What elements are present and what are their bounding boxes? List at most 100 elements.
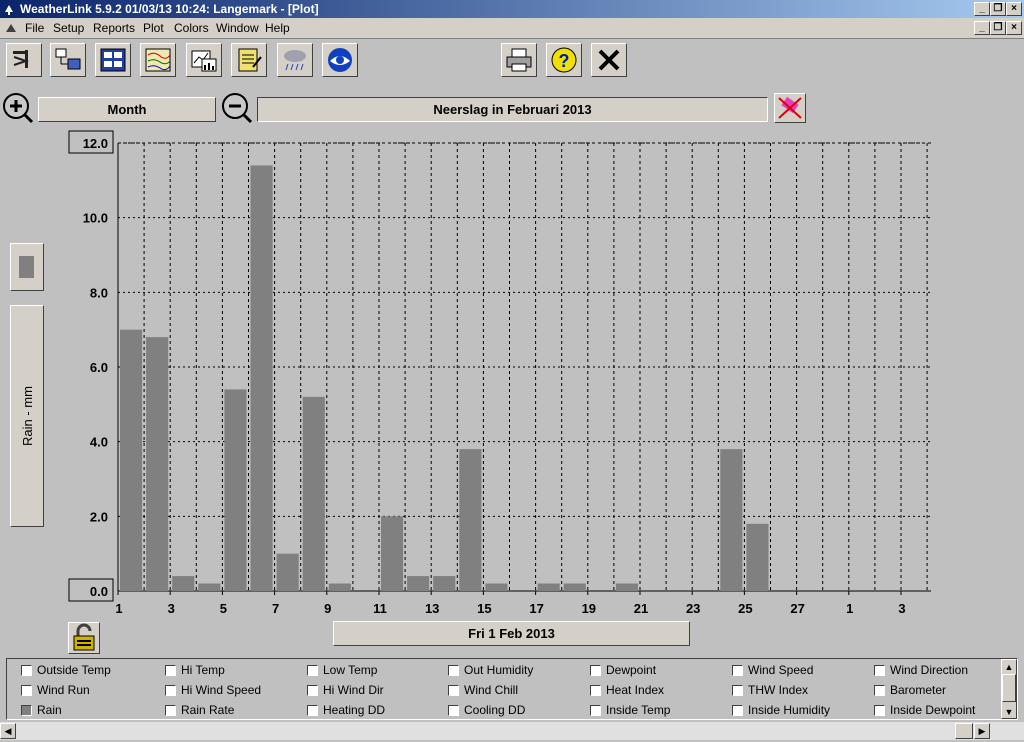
help-button[interactable]: ? <box>546 43 582 77</box>
series-checkbox[interactable] <box>165 685 176 696</box>
eraser-button[interactable] <box>774 93 806 123</box>
y-tick-label: 12.0 <box>83 136 108 151</box>
y-tick-label: 10.0 <box>83 211 108 226</box>
rain-bar <box>381 516 404 591</box>
rain-bar <box>563 583 586 591</box>
station-icon <box>13 50 30 68</box>
period-selector[interactable]: Month <box>38 97 216 122</box>
rain-bar <box>459 449 482 591</box>
series-checkbox[interactable] <box>874 705 885 716</box>
minimize-icon[interactable]: _ <box>974 2 990 16</box>
series-label: Heating DD <box>323 703 386 717</box>
series-label: Inside Temp <box>606 703 671 717</box>
series-checkbox[interactable] <box>21 685 32 696</box>
setup-icon <box>55 48 81 70</box>
menu-colors[interactable]: Colors <box>174 21 209 35</box>
print-icon <box>506 48 532 72</box>
zoom-out-button[interactable] <box>221 92 253 124</box>
x-tick-label: 3 <box>168 601 175 616</box>
scroll-right-icon[interactable]: ▶ <box>974 723 990 739</box>
rain-button[interactable] <box>277 43 313 77</box>
x-tick-label: 11 <box>373 601 387 616</box>
x-tick-label: 7 <box>272 601 279 616</box>
series-checkbox[interactable] <box>874 685 885 696</box>
series-checkbox[interactable] <box>448 705 459 716</box>
eraser-icon <box>778 96 802 119</box>
plot-title: Neerslag in Februari 2013 <box>257 97 768 122</box>
menu-reports[interactable]: Reports <box>93 21 135 35</box>
close-window-icon[interactable]: × <box>1006 2 1022 16</box>
rain-bar-chart: 0.02.04.06.08.010.012.01 3 5 7 9 11 13 15 17 19 21… <box>68 130 931 616</box>
x-tick-label: 9 <box>324 601 331 616</box>
setup-button[interactable] <box>50 43 86 77</box>
series-checkbox[interactable] <box>165 705 176 716</box>
bulletin-button[interactable] <box>95 43 131 77</box>
series-checkbox[interactable] <box>448 665 459 676</box>
series-checkbox[interactable] <box>732 665 743 676</box>
lock-button[interactable] <box>68 622 100 654</box>
x-tick-label: 23 <box>686 601 700 616</box>
rain-bar <box>746 523 769 591</box>
series-label: Rain Rate <box>181 703 235 717</box>
scroll-thumb[interactable] <box>1002 674 1016 702</box>
date-selector[interactable]: Fri 1 Feb 2013 <box>333 621 690 646</box>
child-minimize-icon[interactable]: _ <box>974 21 990 35</box>
notes-button[interactable] <box>231 43 267 77</box>
restore-icon[interactable]: ❐ <box>990 2 1006 16</box>
series-scrollbar[interactable]: ▲ ▼ <box>1001 659 1017 719</box>
scroll-left-icon[interactable]: ◀ <box>0 723 16 739</box>
print-button[interactable] <box>501 43 537 77</box>
rain-bar <box>146 337 169 591</box>
noaa-button[interactable] <box>322 43 358 77</box>
series-checkbox[interactable] <box>21 665 32 676</box>
series-checkbox[interactable] <box>590 685 601 696</box>
plot-button[interactable] <box>186 43 222 77</box>
station-button[interactable] <box>6 43 42 77</box>
x-tick-label: 21 <box>634 601 648 616</box>
series-checkbox[interactable] <box>307 685 318 696</box>
series-checkbox[interactable] <box>307 705 318 716</box>
scroll-up-icon[interactable]: ▲ <box>1002 660 1016 674</box>
menu-file[interactable]: File <box>25 21 44 35</box>
x-tick-label: 27 <box>790 601 804 616</box>
series-checkbox[interactable] <box>590 665 601 676</box>
rain-bar <box>198 583 221 591</box>
series-checkbox[interactable] <box>307 665 318 676</box>
close-icon <box>598 49 620 71</box>
window-title: WeatherLink 5.9.2 01/03/13 10:24: Langem… <box>20 2 319 16</box>
x-tick-label: 17 <box>529 601 543 616</box>
h-scroll-thumb[interactable] <box>955 723 973 739</box>
x-tick-label: 5 <box>220 601 227 616</box>
series-checkbox[interactable] <box>732 705 743 716</box>
x-tick-label: 13 <box>425 601 439 616</box>
rain-bar <box>172 576 195 591</box>
series-checkbox[interactable] <box>590 705 601 716</box>
x-tick-label: 15 <box>477 601 491 616</box>
series-label: Hi Wind Dir <box>323 683 384 697</box>
zoom-in-button[interactable] <box>2 92 34 124</box>
horizontal-scrollbar[interactable]: ◀ ▶ <box>0 722 1024 740</box>
app-icon[interactable] <box>3 2 16 15</box>
exit-button[interactable] <box>591 43 627 77</box>
y-tick-label: 0.0 <box>90 584 108 599</box>
series-label: Inside Humidity <box>748 703 831 717</box>
series-checkbox[interactable] <box>874 665 885 676</box>
series-label: Wind Direction <box>890 663 969 677</box>
strip-chart-button[interactable] <box>140 43 176 77</box>
menu-help[interactable]: Help <box>265 21 290 35</box>
series-checkbox[interactable] <box>165 665 176 676</box>
child-restore-icon[interactable]: ❐ <box>990 21 1006 35</box>
menu-window[interactable]: Window <box>216 21 259 35</box>
child-window-icon[interactable] <box>4 21 18 35</box>
series-label: Cooling DD <box>464 703 526 717</box>
menu-plot[interactable]: Plot <box>143 21 164 35</box>
menu-setup[interactable]: Setup <box>53 21 84 35</box>
rain-bar <box>224 389 247 591</box>
child-close-icon[interactable]: × <box>1006 21 1022 35</box>
series-label: Rain <box>37 703 62 717</box>
x-tick-label: 3 <box>898 601 905 616</box>
scroll-down-icon[interactable]: ▼ <box>1002 705 1016 719</box>
series-checkbox[interactable] <box>21 705 32 716</box>
series-checkbox[interactable] <box>732 685 743 696</box>
series-checkbox[interactable] <box>448 685 459 696</box>
